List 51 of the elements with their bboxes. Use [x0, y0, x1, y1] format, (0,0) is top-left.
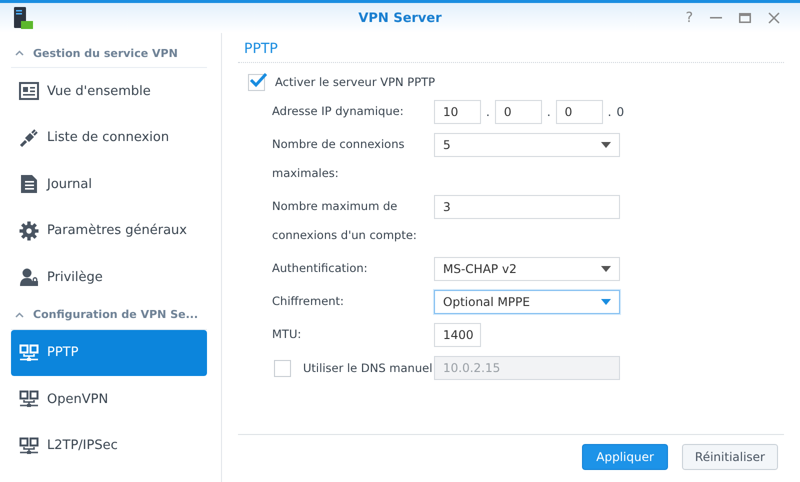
- input-field[interactable]: 10: [434, 100, 481, 124]
- settings-icon: [19, 220, 39, 241]
- field-label: Authentification:: [271, 260, 369, 277]
- field-label: Adresse IP dynamique:: [271, 103, 405, 120]
- close-icon[interactable]: [768, 12, 780, 24]
- dropdown[interactable]: MS-CHAP v2: [434, 257, 620, 281]
- dropdown[interactable]: 5: [434, 133, 620, 157]
- caret-icon: [601, 299, 611, 305]
- field-label: Chiffrement:: [271, 293, 345, 310]
- field-label: MTU:: [271, 326, 302, 343]
- chevron-icon: [15, 312, 24, 318]
- sidebar-item[interactable]: PPTP: [11, 330, 207, 376]
- checkbox-label: Activer le serveur VPN PPTP: [275, 75, 436, 89]
- section-title: Configuration de VPN Se...: [33, 308, 198, 321]
- separator-text: 0: [616, 105, 624, 119]
- separator-text: .: [546, 105, 551, 119]
- sidebar-item[interactable]: OpenVPN: [11, 376, 207, 422]
- reset-button[interactable]: Réinitialiser: [682, 444, 778, 470]
- sidebar-item[interactable]: Liste de connexion: [11, 114, 207, 161]
- checkbox[interactable]: [248, 74, 265, 90]
- vpn-server-icon: [12, 6, 34, 30]
- network-icon: [19, 436, 39, 455]
- separator-text: .: [486, 105, 490, 119]
- field-label: Nombre maximum de connexions d'un compte:: [271, 198, 418, 244]
- maximize-icon[interactable]: [739, 12, 751, 24]
- caret-icon: [601, 266, 611, 272]
- user-lock-icon: [19, 267, 39, 288]
- id-card-icon: [19, 82, 39, 100]
- input-field[interactable]: 3: [434, 195, 620, 219]
- caret-icon: [601, 142, 611, 148]
- separator-text: .: [608, 105, 612, 119]
- network-icon: [19, 344, 39, 362]
- window-title: VPN Server: [358, 10, 442, 26]
- section-title: Gestion du service VPN: [33, 46, 178, 60]
- section-header[interactable]: Gestion du service VPN: [11, 39, 207, 68]
- sidebar-item[interactable]: Vue d'ensemble: [11, 68, 207, 114]
- sidebar-item[interactable]: Journal: [11, 161, 207, 208]
- sidebar-item[interactable]: Paramètres généraux: [11, 208, 207, 254]
- input-field[interactable]: 0: [494, 100, 542, 124]
- section-title: PPTP: [243, 41, 278, 57]
- plug-icon: [19, 128, 39, 148]
- field-label: Nombre de connexions maximales:: [271, 136, 406, 182]
- checkbox-label: Utiliser le DNS manuel: [303, 361, 432, 375]
- network-icon: [19, 390, 39, 408]
- sidebar-item[interactable]: L2TP/IPSec: [11, 422, 207, 469]
- sidebar-item[interactable]: Privilège: [11, 254, 207, 300]
- chevron-icon: [15, 50, 24, 56]
- document-list-icon: [19, 174, 39, 194]
- input-field[interactable]: 0: [556, 100, 603, 124]
- input-field[interactable]: 1400: [434, 323, 481, 347]
- dropdown[interactable]: Optional MPPE: [434, 290, 620, 314]
